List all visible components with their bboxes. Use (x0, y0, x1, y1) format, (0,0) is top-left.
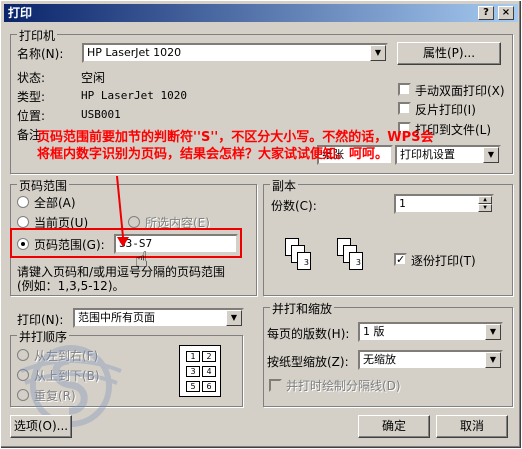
spin-down-icon[interactable]: ▼ (478, 204, 492, 212)
copies-group-label: 副本 (270, 177, 299, 194)
grid-cell: 5 (186, 381, 200, 392)
range-current-radio[interactable] (17, 216, 29, 228)
options-button[interactable]: 选项(O)... (10, 415, 72, 438)
printer-name-label: 名称(N): (17, 47, 64, 61)
scale-select[interactable]: 无缩放 ▼ (358, 350, 503, 370)
title-bar: 打印 ? × (4, 4, 518, 22)
reverse-label: 反片打印(I) (415, 103, 476, 117)
print-what-label: 打印(N): (17, 313, 64, 327)
chevron-down-icon: ▼ (370, 45, 386, 61)
annotation-text: 页码范围前要加节的判断符''S''，不区分大小写。不然的话，WPS会将框内数字识… (37, 130, 434, 162)
grid-cell: 3 (186, 366, 200, 377)
draw-border-label: 并打时绘制分隔线(D) (286, 379, 401, 393)
collate-page: 3 (349, 252, 363, 270)
grid-cell: 6 (202, 381, 216, 392)
status-label: 状态: (17, 71, 46, 85)
help-button[interactable]: ? (478, 6, 494, 20)
hand-cursor-icon: ☝ (135, 248, 148, 271)
cancel-button[interactable]: 取消 (436, 415, 508, 438)
order-grid: 1 2 3 4 5 6 (179, 345, 221, 397)
grid-cell: 4 (202, 366, 216, 377)
pages-per-sheet-label: 每页的版数(H): (267, 327, 350, 341)
chevron-down-icon: ▼ (226, 310, 242, 326)
print-dialog: 打印 ? × 打印机 名称(N): HP LaserJet 1020 ▼ 属性(… (0, 0, 522, 449)
chevron-down-icon: ▼ (483, 147, 499, 163)
status-value: 空闲 (81, 71, 106, 85)
annotation-arrow: ☝ (116, 175, 148, 271)
type-value: HP LaserJet 1020 (81, 89, 187, 102)
printer-name-select[interactable]: HP LaserJet 1020 ▼ (82, 43, 388, 63)
copies-count-label: 份数(C): (271, 199, 317, 213)
properties-button[interactable]: 属性(P)... (397, 42, 501, 65)
check-icon: ✓ (396, 253, 406, 266)
printer-name-value: HP LaserJet 1020 (87, 46, 182, 59)
pages-per-sheet-value: 1 版 (363, 325, 385, 338)
draw-border-checkbox[interactable] (269, 379, 282, 392)
chevron-down-icon: ▼ (485, 352, 501, 368)
grid-cell: 2 (202, 351, 216, 362)
collate-page: 3 (297, 252, 311, 270)
chevron-down-icon: ▼ (485, 324, 501, 340)
range-all-radio[interactable] (17, 196, 29, 208)
range-all-label: 全部(A) (34, 196, 76, 210)
pages-per-sheet-select[interactable]: 1 版 ▼ (358, 322, 503, 342)
arrow-line (116, 175, 124, 238)
collate-label: 逐份打印(T) (411, 254, 476, 268)
spin-up-icon[interactable]: ▲ (478, 196, 492, 204)
grid-cell: 1 (186, 351, 200, 362)
print-what-value: 范围中所有页面 (78, 311, 155, 324)
duplex-checkbox[interactable] (398, 83, 411, 96)
ok-button[interactable]: 确定 (358, 415, 430, 438)
print-what-select[interactable]: 范围中所有页面 ▼ (73, 308, 244, 328)
scale-value: 无缩放 (363, 353, 396, 366)
copies-count-value: 1 (399, 197, 406, 210)
page-range-group-label: 页码范围 (17, 177, 70, 194)
scale-label: 按纸型缩放(Z): (267, 355, 349, 369)
type-label: 类型: (17, 90, 46, 104)
close-button[interactable]: × (498, 6, 514, 20)
where-label: 位置: (17, 109, 46, 123)
copies-count-input[interactable]: 1 ▲ ▼ (394, 194, 494, 214)
dialog-title: 打印 (8, 6, 33, 20)
zoom-group-label: 并打和缩放 (270, 300, 335, 317)
printer-group-label: 打印机 (17, 27, 58, 44)
collate-checkbox[interactable]: ✓ (394, 253, 407, 266)
reverse-checkbox[interactable] (398, 102, 411, 115)
arrow-head (117, 237, 129, 247)
duplex-label: 手动双面打印(X) (415, 84, 505, 98)
where-value: USB001 (81, 108, 121, 121)
